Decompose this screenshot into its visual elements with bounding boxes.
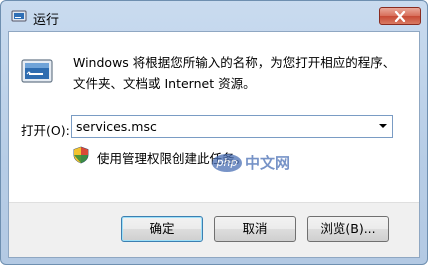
- php-cn-watermark: php 中文网: [212, 152, 290, 173]
- php-logo: php: [212, 153, 242, 172]
- run-program-icon: [21, 58, 53, 84]
- description-line-2: 文件夹、文档或 Internet 资源。: [73, 76, 256, 91]
- close-icon: [394, 11, 406, 22]
- run-dialog: 运行 Windows 将根据您所输入的名称，为您打开相应的程序、 文件夹、文档或…: [0, 0, 428, 265]
- browse-button[interactable]: 浏览(B)...: [307, 216, 389, 242]
- open-label: 打开(O):: [21, 123, 70, 138]
- open-combobox[interactable]: services.msc: [71, 115, 393, 138]
- run-app-icon: [11, 8, 27, 24]
- ok-button[interactable]: 确定: [121, 216, 203, 242]
- watermark-text: 中文网: [245, 154, 291, 172]
- description-text: Windows 将根据您所输入的名称，为您打开相应的程序、 文件夹、文档或 In…: [73, 52, 413, 94]
- open-input-value[interactable]: services.msc: [76, 119, 157, 134]
- button-bar: 确定 取消 浏览(B)...: [9, 202, 419, 257]
- window-title: 运行: [33, 13, 60, 28]
- dropdown-arrow-icon[interactable]: [379, 124, 387, 128]
- description-line-1: Windows 将根据您所输入的名称，为您打开相应的程序、: [73, 55, 396, 70]
- dialog-client-area: Windows 将根据您所输入的名称，为您打开相应的程序、 文件夹、文档或 In…: [8, 31, 420, 258]
- uac-shield-icon: [73, 146, 89, 164]
- title-bar[interactable]: 运行: [1, 1, 427, 31]
- close-button[interactable]: [379, 7, 421, 25]
- cancel-button[interactable]: 取消: [214, 216, 296, 242]
